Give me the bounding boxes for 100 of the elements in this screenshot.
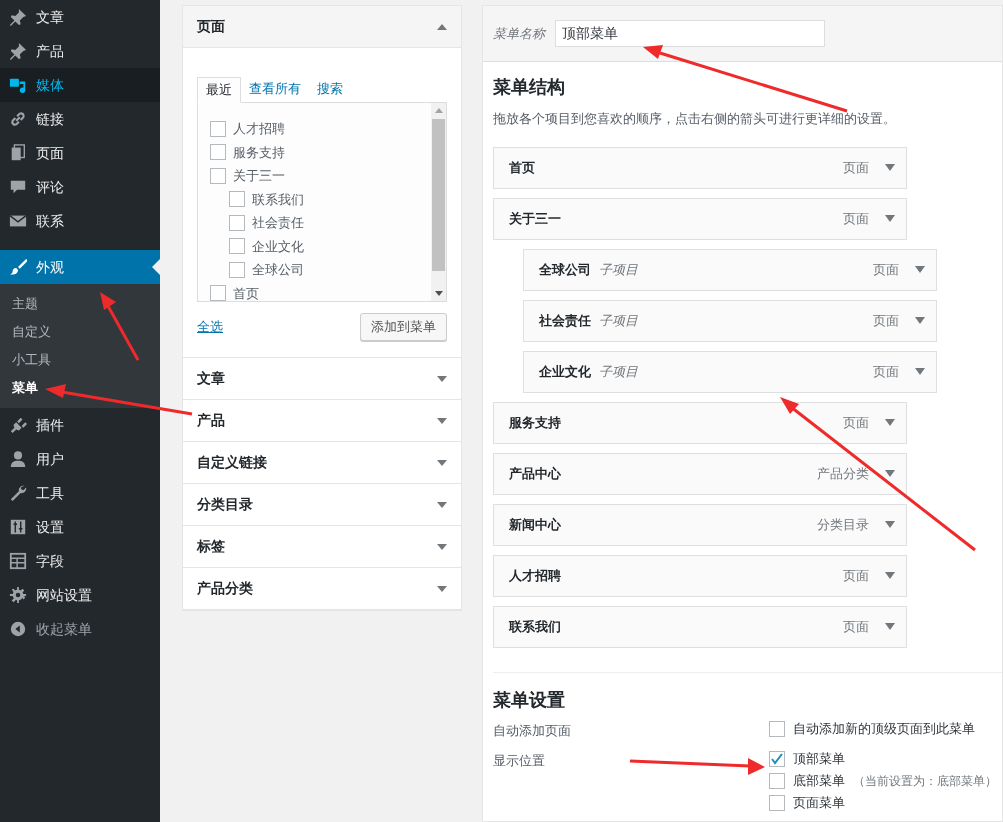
checkbox[interactable] [210,144,226,161]
sidebar-item[interactable]: 收起菜单 [0,612,160,646]
checkbox[interactable] [210,120,226,137]
item-type-label: 分类目录 [817,515,869,534]
expand-caret-icon[interactable] [885,623,895,630]
scrollbar[interactable] [431,103,446,301]
select-all-link[interactable]: 全选 [197,317,223,337]
menu-item[interactable]: 新闻中心 分类目录 [493,503,907,546]
submenu-item[interactable]: 菜单 [0,374,160,402]
menu-item-title: 企业文化 [539,362,591,381]
item-type-label: 页面 [843,566,869,585]
menu-item-title: 首页 [509,158,535,177]
menu-name-field[interactable]: 顶部菜单 [555,20,825,47]
item-type-label: 页面 [873,260,899,279]
checkbox-label: 顶部菜单 [793,749,845,768]
submenu-item[interactable]: 小工具 [0,346,160,374]
sidebar-item[interactable]: 工具 [0,476,160,510]
submenu-item[interactable]: 自定义 [0,318,160,346]
expand-caret-icon [437,417,447,424]
grid-icon [9,552,27,570]
setting-label: 显示位置 [493,752,545,768]
user-icon [9,450,27,468]
tab[interactable]: 最近 [197,77,241,103]
checkbox[interactable] [769,772,785,789]
menu-item[interactable]: 联系我们 页面 [493,605,907,648]
checkbox[interactable] [229,191,245,208]
sidebar-item[interactable]: 媒体 [0,68,160,102]
collapse-icon [9,620,27,638]
page-label: 关于三一 [233,167,285,185]
checkbox[interactable] [769,720,785,737]
menu-item-title: 社会责任 [539,311,591,330]
sidebar-item[interactable]: 联系 [0,204,160,238]
scroll-up-icon[interactable] [434,108,443,113]
submenu-item[interactable]: 主题 [0,290,160,318]
checkbox[interactable] [229,214,245,231]
current-indicator [152,259,160,275]
menu-item[interactable]: 服务支持 页面 [493,401,907,444]
tab[interactable]: 搜索 [309,76,351,102]
expand-caret-icon[interactable] [885,470,895,477]
sidebar-item[interactable]: 评论 [0,170,160,204]
check-icon [771,752,783,765]
item-type-label: 页面 [873,362,899,381]
link-icon [9,110,27,128]
sidebar-item[interactable]: 网站设置 [0,578,160,612]
current-setting-note: （当前设置为：底部菜单） [853,772,997,790]
sidebar-item[interactable]: 用户 [0,442,160,476]
annotation-arrow [100,292,140,361]
expand-caret-icon[interactable] [885,215,895,222]
expand-caret-icon[interactable] [915,317,925,324]
sidebar-item[interactable]: 产品 [0,34,160,68]
expand-caret-icon[interactable] [885,521,895,528]
item-type-label: 页面 [843,209,869,228]
menu-item-title: 全球公司 [539,260,591,279]
menu-item[interactable]: 全球公司 子项目 页面 [523,248,937,291]
sidebar-item[interactable]: 页面 [0,136,160,170]
sidebar-item[interactable]: 外观 [0,250,160,284]
menu-item[interactable]: 首页 页面 [493,146,907,189]
checkbox[interactable] [229,238,245,255]
expand-caret-icon [437,543,447,550]
checkbox[interactable] [229,261,245,278]
item-type-label: 页面 [843,158,869,177]
menu-item[interactable]: 人才招聘 页面 [493,554,907,597]
menu-item[interactable]: 企业文化 子项目 页面 [523,350,937,393]
section-header[interactable]: 页面 [183,6,461,48]
sidebar-item[interactable]: 设置 [0,510,160,544]
expand-caret-icon[interactable] [885,572,895,579]
tab[interactable]: 查看所有 [241,76,309,102]
checkbox[interactable] [769,750,785,767]
sidebar-item[interactable]: 文章 [0,0,160,34]
item-type-label: 页面 [843,617,869,636]
scroll-down-icon[interactable] [434,291,443,296]
setting-label: 自动添加页面 [493,722,571,738]
menu-name-label: 菜单名称 [493,24,545,43]
checkbox-label: 自动添加新的顶级页面到此菜单 [793,719,975,738]
sidebar-item[interactable]: 插件 [0,408,160,442]
plug-icon [9,416,27,434]
page-label: 首页 [233,284,259,301]
pin-icon [9,8,27,26]
menu-item-title: 人才招聘 [509,566,561,585]
sidebar-item[interactable]: 链接 [0,102,160,136]
page-label: 联系我们 [252,190,304,209]
add-to-menu-button[interactable]: 添加到菜单 [360,313,447,341]
expand-caret-icon[interactable] [885,419,895,426]
checkbox[interactable] [210,285,226,301]
wrench-icon [9,484,27,502]
item-type-label: 产品分类 [817,464,869,483]
expand-caret-icon[interactable] [915,266,925,273]
menu-item[interactable]: 关于三一 页面 [493,197,907,240]
menu-item-title: 服务支持 [509,413,561,432]
checkbox[interactable] [769,794,785,811]
expand-caret-icon[interactable] [885,164,895,171]
menu-item[interactable]: 产品中心 产品分类 [493,452,907,495]
sidebar-item[interactable]: 字段 [0,544,160,578]
page-label: 全球公司 [252,261,304,279]
pages-icon [9,144,27,162]
menu-item[interactable]: 社会责任 子项目 页面 [523,299,937,342]
checkbox[interactable] [210,167,226,184]
scrollbar-thumb[interactable] [432,119,445,271]
pin-icon [9,42,27,60]
expand-caret-icon[interactable] [915,368,925,375]
